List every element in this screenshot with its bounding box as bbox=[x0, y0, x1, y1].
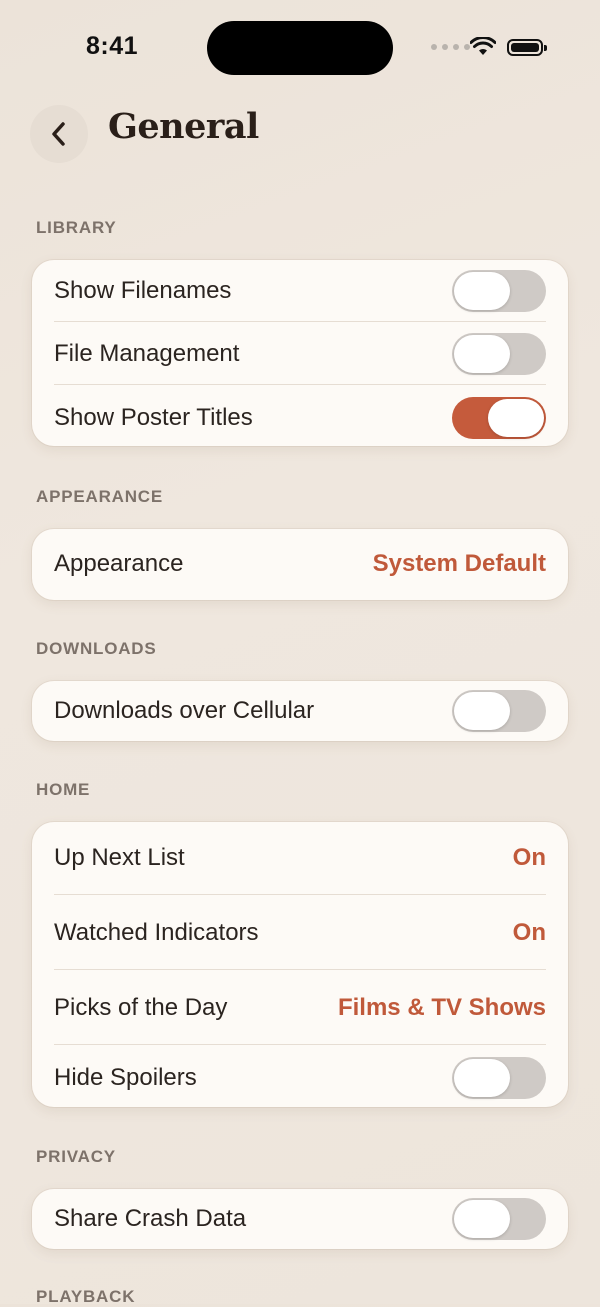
row-label: File Management bbox=[54, 340, 240, 367]
settings-row[interactable]: Hide Spoilers bbox=[54, 1055, 546, 1101]
picks-of-the-day-value[interactable]: Films & TV Shows bbox=[338, 994, 546, 1022]
settings-row[interactable]: File Management bbox=[54, 331, 546, 377]
dynamic-island bbox=[207, 21, 393, 75]
section-label-appearance: APPEARANCE bbox=[36, 487, 164, 506]
row-divider bbox=[54, 894, 546, 895]
row-label: Show Poster Titles bbox=[54, 404, 253, 431]
share-crash-data-toggle[interactable] bbox=[452, 1198, 546, 1240]
settings-row[interactable]: Share Crash Data bbox=[54, 1196, 546, 1242]
up-next-row[interactable]: Up Next List On bbox=[54, 835, 546, 881]
downloads-over-cellular-toggle[interactable] bbox=[452, 690, 546, 732]
section-label-library: LIBRARY bbox=[36, 218, 117, 237]
show-poster-titles-toggle[interactable] bbox=[452, 397, 546, 439]
wifi-icon bbox=[470, 37, 496, 55]
row-label: Watched Indicators bbox=[54, 919, 259, 946]
file-management-toggle[interactable] bbox=[452, 333, 546, 375]
chevron-left-icon bbox=[52, 122, 65, 146]
up-next-value[interactable]: On bbox=[513, 844, 546, 872]
section-label-privacy: PRIVACY bbox=[36, 1147, 116, 1166]
signal-icon bbox=[431, 44, 470, 50]
appearance-card: Appearance System Default bbox=[32, 529, 568, 600]
row-label: Up Next List bbox=[54, 844, 185, 871]
picks-of-the-day-row[interactable]: Picks of the Day Films & TV Shows bbox=[54, 985, 546, 1031]
library-card: Show Filenames File Management Show Post… bbox=[32, 260, 568, 446]
back-button[interactable] bbox=[30, 105, 88, 163]
watched-indicators-value[interactable]: On bbox=[513, 919, 546, 947]
row-label: Picks of the Day bbox=[54, 994, 228, 1021]
row-label: Appearance bbox=[54, 550, 184, 577]
downloads-card: Downloads over Cellular bbox=[32, 681, 568, 741]
watched-indicators-row[interactable]: Watched Indicators On bbox=[54, 910, 546, 956]
privacy-card: Share Crash Data bbox=[32, 1189, 568, 1249]
home-card: Up Next List On Watched Indicators On Pi… bbox=[32, 822, 568, 1107]
show-filenames-toggle[interactable] bbox=[452, 270, 546, 312]
row-label: Hide Spoilers bbox=[54, 1064, 197, 1091]
row-divider bbox=[54, 1044, 546, 1045]
section-label-playback: PLAYBACK bbox=[36, 1287, 136, 1306]
row-divider bbox=[54, 321, 546, 322]
row-divider bbox=[54, 384, 546, 385]
hide-spoilers-toggle[interactable] bbox=[452, 1057, 546, 1099]
row-divider bbox=[54, 969, 546, 970]
row-label: Show Filenames bbox=[54, 277, 232, 304]
appearance-value[interactable]: System Default bbox=[373, 550, 546, 578]
appearance-row[interactable]: Appearance System Default bbox=[54, 541, 546, 587]
settings-row[interactable]: Show Poster Titles bbox=[54, 395, 546, 441]
settings-row[interactable]: Downloads over Cellular bbox=[54, 688, 546, 734]
row-label: Share Crash Data bbox=[54, 1205, 247, 1232]
battery-icon bbox=[507, 39, 547, 56]
section-label-downloads: DOWNLOADS bbox=[36, 639, 157, 658]
section-label-home: HOME bbox=[36, 780, 91, 799]
settings-row[interactable]: Show Filenames bbox=[54, 268, 546, 314]
row-label: Downloads over Cellular bbox=[54, 697, 315, 724]
status-time: 8:41 bbox=[86, 32, 139, 60]
page-title: General bbox=[108, 106, 259, 147]
